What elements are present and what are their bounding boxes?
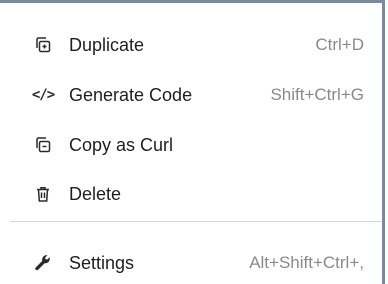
menu-item-shortcut: Shift+Ctrl+G bbox=[270, 85, 364, 104]
menu-item-label: Copy as Curl bbox=[69, 134, 174, 155]
menu-item-generate-code[interactable]: </> Generate Code Shift+Ctrl+G bbox=[0, 75, 382, 115]
menu-item-settings[interactable]: Settings Alt+Shift+Ctrl+, bbox=[0, 243, 382, 283]
menu-item-label: Duplicate bbox=[69, 34, 145, 55]
menu-item-delete[interactable]: Delete bbox=[0, 174, 382, 214]
menu-item-label: Generate Code bbox=[69, 84, 193, 105]
menu-item-copy-as-curl[interactable]: Copy as Curl bbox=[0, 125, 382, 165]
trash-icon bbox=[34, 185, 52, 203]
menu-item-duplicate[interactable]: Duplicate Ctrl+D bbox=[0, 25, 382, 65]
code-icon: </> bbox=[31, 86, 55, 104]
menu-separator bbox=[10, 221, 382, 222]
wrench-icon bbox=[34, 254, 52, 272]
context-menu: Duplicate Ctrl+D </> Generate Code Shift… bbox=[0, 0, 385, 284]
copy-icon bbox=[34, 136, 52, 154]
menu-item-shortcut: Alt+Shift+Ctrl+, bbox=[249, 253, 364, 272]
menu-item-label: Delete bbox=[69, 183, 122, 204]
menu-item-shortcut: Ctrl+D bbox=[315, 35, 364, 54]
code-glyph: </> bbox=[31, 87, 55, 103]
duplicate-icon bbox=[34, 36, 52, 54]
menu-item-label: Settings bbox=[69, 252, 135, 273]
